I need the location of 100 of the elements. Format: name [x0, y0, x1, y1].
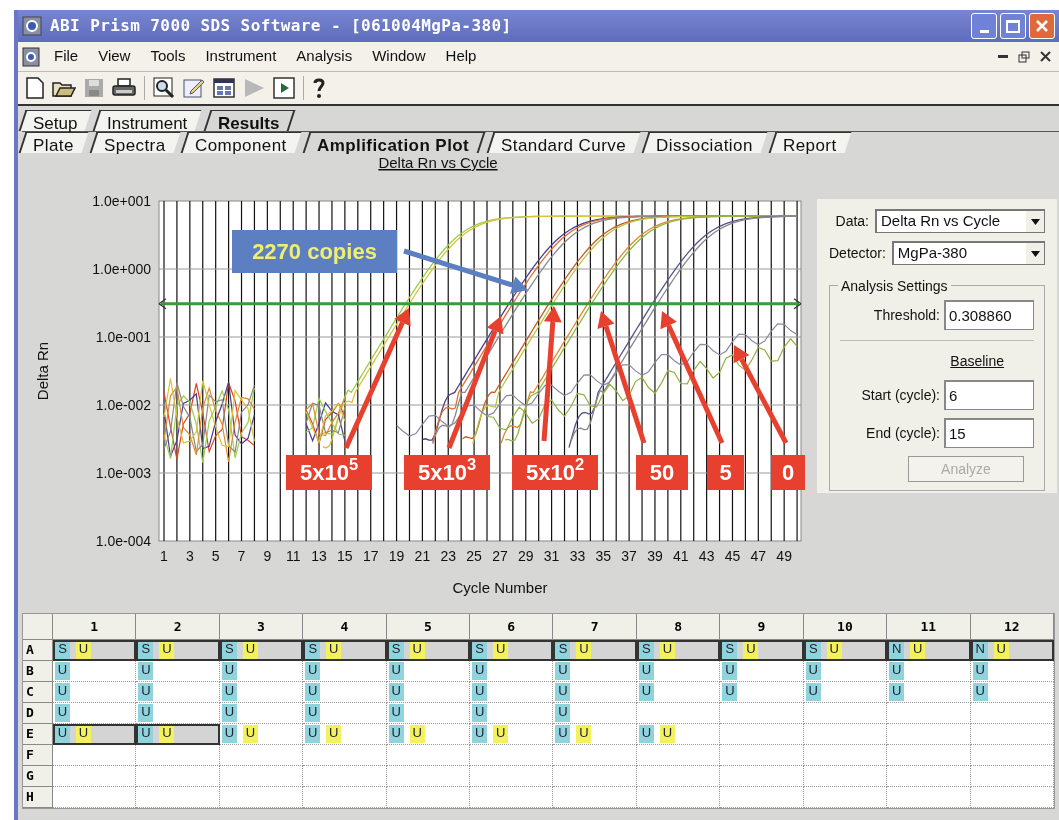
- plate-well[interactable]: U: [303, 661, 387, 682]
- plate-well[interactable]: U: [803, 661, 888, 682]
- new-file-icon[interactable]: [26, 77, 44, 99]
- plate-well[interactable]: [720, 724, 804, 745]
- plate-well[interactable]: U: [636, 682, 721, 703]
- tab[interactable]: Standard Curve: [486, 132, 641, 153]
- plate-well[interactable]: [887, 787, 971, 808]
- tab[interactable]: Setup: [18, 110, 92, 131]
- input-field[interactable]: 0.308860: [944, 300, 1034, 330]
- edit-icon[interactable]: [183, 77, 205, 99]
- plate-well[interactable]: U: [970, 682, 1054, 703]
- plate-well[interactable]: [303, 745, 387, 766]
- plate-well[interactable]: U U: [386, 724, 471, 745]
- plate-well[interactable]: U: [219, 661, 304, 682]
- close-icon[interactable]: [1040, 51, 1051, 62]
- plate-well[interactable]: U: [887, 682, 971, 703]
- plate-well[interactable]: U U: [136, 724, 220, 745]
- input-field[interactable]: 15: [944, 418, 1034, 448]
- play-icon[interactable]: [243, 78, 265, 98]
- save-icon[interactable]: [84, 78, 104, 98]
- menu-item[interactable]: View: [98, 45, 131, 68]
- plate-well[interactable]: [470, 766, 554, 787]
- plate-well[interactable]: [720, 766, 804, 787]
- menu-item[interactable]: File: [54, 45, 79, 68]
- plate-well[interactable]: U U: [553, 724, 637, 745]
- plate-well[interactable]: U: [470, 703, 554, 724]
- plate-well[interactable]: S U: [386, 640, 471, 661]
- plate-well[interactable]: U: [887, 661, 971, 682]
- plate-well[interactable]: [887, 745, 971, 766]
- plate-well[interactable]: N U: [970, 640, 1054, 661]
- plate-well[interactable]: U U: [219, 724, 304, 745]
- input-field[interactable]: 6: [944, 380, 1034, 410]
- menu-item[interactable]: Tools: [150, 45, 186, 68]
- dropdown[interactable]: Delta Rn vs Cycle: [875, 209, 1045, 233]
- plate-well[interactable]: [887, 766, 971, 787]
- tab[interactable]: Spectra: [89, 132, 180, 153]
- plate-well[interactable]: [53, 745, 137, 766]
- play-window-icon[interactable]: [273, 77, 295, 99]
- plate-well[interactable]: U: [803, 682, 888, 703]
- plate-well[interactable]: [970, 766, 1054, 787]
- plate-well[interactable]: U: [553, 661, 637, 682]
- plate-well[interactable]: [636, 766, 721, 787]
- menu-item[interactable]: Help: [445, 45, 477, 68]
- plate-well[interactable]: [887, 724, 971, 745]
- plate-well[interactable]: [720, 703, 804, 724]
- plate-well[interactable]: N U: [887, 640, 971, 661]
- plate-well[interactable]: [553, 745, 637, 766]
- plate-well[interactable]: [803, 787, 888, 808]
- tab[interactable]: Report: [768, 132, 852, 153]
- plate-well[interactable]: [803, 724, 888, 745]
- menu-item[interactable]: Analysis: [296, 45, 353, 68]
- plate-well[interactable]: U: [53, 682, 137, 703]
- plate-well[interactable]: [887, 703, 971, 724]
- tab[interactable]: Results: [203, 110, 296, 131]
- plate-well[interactable]: U: [470, 682, 554, 703]
- plate-well[interactable]: U U: [303, 724, 387, 745]
- plate-well[interactable]: [386, 745, 471, 766]
- help-icon[interactable]: [312, 77, 326, 99]
- plate-well[interactable]: [636, 703, 721, 724]
- plate-well[interactable]: U: [386, 661, 471, 682]
- plate-well[interactable]: [303, 766, 387, 787]
- plate-well[interactable]: [970, 724, 1054, 745]
- tab[interactable]: Plate: [18, 132, 89, 153]
- tab[interactable]: Instrument: [93, 110, 203, 131]
- plate-well[interactable]: [53, 766, 137, 787]
- tab[interactable]: Component: [181, 132, 302, 153]
- minimize-icon[interactable]: [998, 54, 1008, 59]
- plate-well[interactable]: [53, 787, 137, 808]
- plate-well[interactable]: U: [720, 661, 804, 682]
- plate-well[interactable]: U: [219, 682, 304, 703]
- plate-well[interactable]: S U: [720, 640, 804, 661]
- plate-well[interactable]: U: [136, 661, 220, 682]
- plate-well[interactable]: U: [303, 682, 387, 703]
- plate-well[interactable]: [720, 745, 804, 766]
- plate-well[interactable]: [803, 703, 888, 724]
- plate-well[interactable]: S U: [136, 640, 220, 661]
- plate-well[interactable]: U: [553, 682, 637, 703]
- plate-well[interactable]: [136, 766, 220, 787]
- dropdown[interactable]: MgPa-380: [891, 241, 1045, 265]
- plate-well[interactable]: U: [219, 703, 304, 724]
- menu-item[interactable]: Window: [372, 45, 426, 68]
- plate-well[interactable]: [136, 787, 220, 808]
- plate-well[interactable]: [803, 745, 888, 766]
- magnifier-icon[interactable]: [153, 77, 175, 99]
- plate-well[interactable]: S U: [636, 640, 721, 661]
- plate-well[interactable]: [470, 787, 554, 808]
- plate-well[interactable]: U: [303, 703, 387, 724]
- plate-well[interactable]: [386, 787, 471, 808]
- plate-well[interactable]: [636, 745, 721, 766]
- plate-well[interactable]: U U: [636, 724, 721, 745]
- tab[interactable]: Dissociation: [641, 132, 768, 153]
- plate-well[interactable]: [720, 787, 804, 808]
- plate-well[interactable]: U: [386, 703, 471, 724]
- plate-well[interactable]: S U: [470, 640, 554, 661]
- plate-well[interactable]: U: [636, 661, 721, 682]
- plate-well[interactable]: [970, 787, 1054, 808]
- tab[interactable]: Amplification Plot: [302, 132, 486, 153]
- plate-well[interactable]: [219, 766, 304, 787]
- plate-well[interactable]: S U: [553, 640, 637, 661]
- restore-icon[interactable]: [1018, 50, 1030, 63]
